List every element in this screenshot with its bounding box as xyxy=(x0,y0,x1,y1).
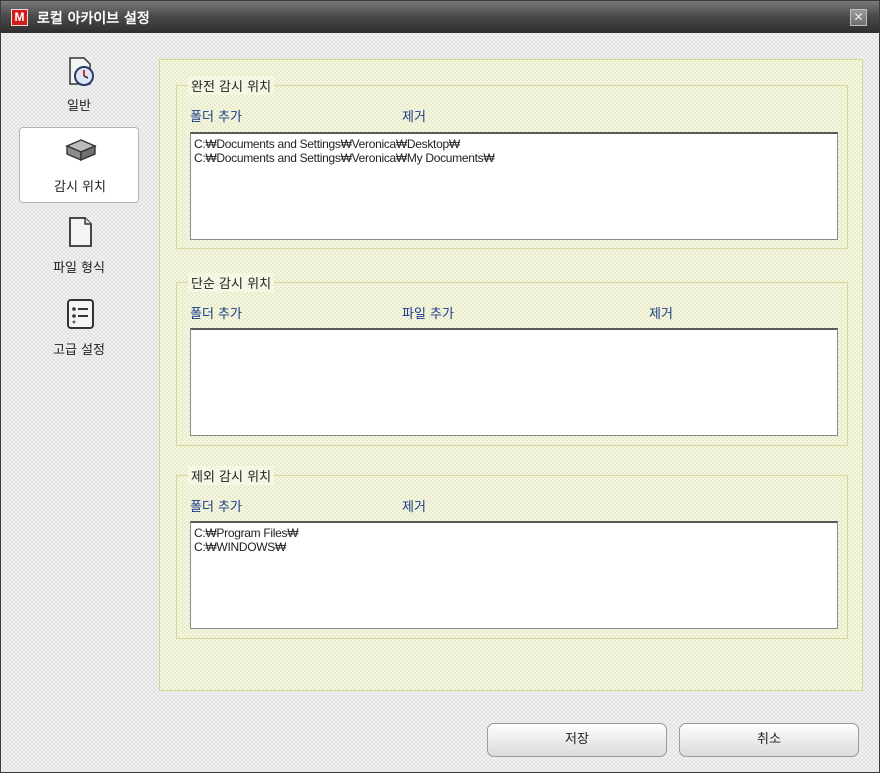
list-item[interactable]: C:₩WINDOWS₩ xyxy=(194,540,834,554)
sidebar-item-label: 감시 위치 xyxy=(54,180,106,195)
simple-watch-group: 단순 감시 위치 폴더 추가 파일 추가 제거 xyxy=(176,273,848,446)
sidebar-item-label: 일반 xyxy=(67,99,91,114)
exclude-watch-add-folder-button[interactable]: 폴더 추가 xyxy=(190,496,242,515)
window-title: 로컬 아카이브 설정 xyxy=(37,11,150,27)
full-watch-group: 완전 감시 위치 폴더 추가 제거 C:₩Documents and Setti… xyxy=(176,76,848,249)
full-watch-remove-button[interactable]: 제거 xyxy=(402,106,426,125)
sidebar-item-file-types[interactable]: 파일 형식 xyxy=(19,213,139,289)
list-item[interactable]: C:₩Documents and Settings₩Veronica₩My Do… xyxy=(194,151,834,165)
simple-watch-remove-button[interactable]: 제거 xyxy=(649,303,673,322)
exclude-watch-group: 제외 감시 위치 폴더 추가 제거 C:₩Program Files₩ C:₩W… xyxy=(176,466,848,639)
exclude-watch-remove-button[interactable]: 제거 xyxy=(402,496,426,515)
close-button[interactable]: ✕ xyxy=(850,9,867,26)
full-watch-list[interactable]: C:₩Documents and Settings₩Veronica₩Deskt… xyxy=(190,132,838,240)
simple-watch-add-file-button[interactable]: 파일 추가 xyxy=(402,303,454,322)
sidebar-item-watch-locations[interactable]: 감시 위치 xyxy=(19,127,139,203)
exclude-watch-title: 제외 감시 위치 xyxy=(188,466,275,485)
hard-drive-icon xyxy=(65,139,97,162)
app-logo-icon: M xyxy=(11,9,28,26)
exclude-watch-list[interactable]: C:₩Program Files₩ C:₩WINDOWS₩ xyxy=(190,521,838,629)
title-bar[interactable]: M 로컬 아카이브 설정 ✕ xyxy=(1,1,879,33)
simple-watch-add-folder-button[interactable]: 폴더 추가 xyxy=(190,303,242,322)
sidebar-item-general[interactable]: 일반 xyxy=(19,49,139,125)
cancel-button[interactable]: 취소 xyxy=(679,723,859,757)
sidebar-item-label: 고급 설정 xyxy=(53,343,105,358)
checklist-icon xyxy=(67,299,94,329)
list-item[interactable]: C:₩Program Files₩ xyxy=(194,526,834,540)
clock-document-icon xyxy=(69,57,94,86)
sidebar-item-label: 파일 형식 xyxy=(53,261,105,276)
full-watch-add-folder-button[interactable]: 폴더 추가 xyxy=(190,106,242,125)
list-item[interactable]: C:₩Documents and Settings₩Veronica₩Deskt… xyxy=(194,137,834,151)
simple-watch-list[interactable] xyxy=(190,328,838,436)
simple-watch-title: 단순 감시 위치 xyxy=(188,273,275,292)
sidebar-item-advanced[interactable]: 고급 설정 xyxy=(19,295,139,371)
save-button[interactable]: 저장 xyxy=(487,723,667,757)
settings-window: M 로컬 아카이브 설정 ✕ 일반 감시 위치 파일 형식 고급 설정 완전 감… xyxy=(0,0,880,773)
full-watch-title: 완전 감시 위치 xyxy=(188,76,275,95)
document-icon xyxy=(69,217,92,247)
